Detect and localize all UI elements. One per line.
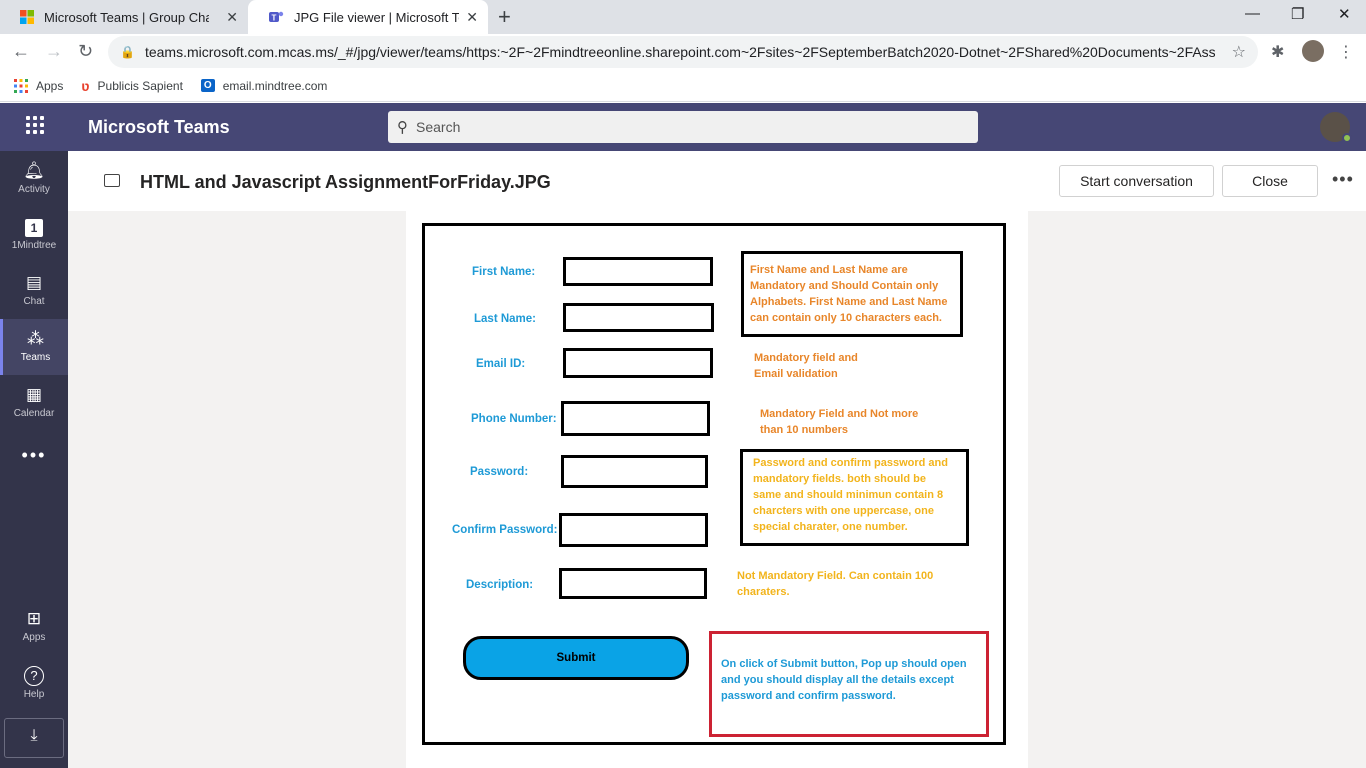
phone-box <box>561 401 710 436</box>
minimize-icon[interactable]: — <box>1245 5 1260 22</box>
rail-item-1mindtree[interactable]: 1 1Mindtree <box>0 207 68 263</box>
user-avatar[interactable] <box>1320 112 1352 143</box>
download-app-icon[interactable]: ⤓ <box>4 718 64 758</box>
bookmark-email-mindtree[interactable]: O email.mindtree.com <box>200 78 328 93</box>
first-name-box <box>563 257 713 286</box>
rail-item-calendar[interactable]: ▦ Calendar <box>0 375 68 431</box>
label-email-id: Email ID: <box>476 358 526 370</box>
bookmark-apps[interactable]: Apps <box>14 78 64 93</box>
start-conversation-button[interactable]: Start conversation <box>1059 165 1214 197</box>
presence-available-icon <box>1342 133 1352 143</box>
outlook-icon: O <box>200 79 215 92</box>
reload-icon[interactable]: ↻ <box>78 41 93 62</box>
teams-header: Microsoft Teams ⚲ Search <box>0 103 1366 151</box>
label-password: Password: <box>470 466 529 478</box>
teams-logo-icon: T <box>269 11 284 23</box>
app-launcher-icon[interactable] <box>26 116 44 134</box>
browser-tab-jpg-viewer[interactable]: T JPG File viewer | Microsoft Teams ✕ <box>248 0 488 34</box>
url-text: teams.microsoft.com.mcas.ms/_#/jpg/viewe… <box>144 44 1215 60</box>
back-icon[interactable]: ← <box>12 41 30 62</box>
image-file-icon <box>104 174 120 187</box>
bookmark-star-icon[interactable]: ☆ <box>1232 42 1246 62</box>
description-note: Not Mandatory Field. Can contain 100 cha… <box>737 570 934 598</box>
file-viewer-body: First Name: Last Name: Email ID: Phone N… <box>68 211 1366 768</box>
tab-title: JPG File viewer | Microsoft Teams <box>294 9 459 25</box>
mindtree-app-icon: 1 <box>0 217 68 237</box>
rail-item-apps[interactable]: ⊞ Apps <box>0 599 68 655</box>
more-apps-icon[interactable]: ••• <box>0 445 68 466</box>
email-box <box>563 348 713 378</box>
file-viewer-header: HTML and Javascript AssignmentForFriday.… <box>68 151 1366 211</box>
extensions-icon[interactable]: ✱ <box>1271 42 1284 62</box>
phone-note: Mandatory Field and Not more than 10 num… <box>760 408 919 436</box>
email-note: Mandatory field and Email validation <box>754 352 858 380</box>
rail-item-activity[interactable]: 🔔︎ Activity <box>0 151 68 207</box>
label-description: Description: <box>466 579 534 591</box>
rail-item-chat[interactable]: ▤ Chat <box>0 263 68 319</box>
close-window-icon[interactable]: ✕ <box>1338 5 1351 23</box>
help-icon: ? <box>0 665 68 686</box>
label-last-name: Last Name: <box>474 313 536 325</box>
teams-icon: ⁂ <box>27 329 44 348</box>
lock-icon: 🔒 <box>120 45 135 59</box>
names-note: First Name and Last Name are Mandatory a… <box>750 264 948 324</box>
chrome-menu-icon[interactable]: ⋮ <box>1338 42 1354 62</box>
file-name: HTML and Javascript AssignmentForFriday.… <box>140 172 551 192</box>
tab-close-icon[interactable]: ✕ <box>466 9 478 26</box>
search-input[interactable]: ⚲ Search <box>388 111 978 143</box>
submit-note: On click of Submit button, Pop up should… <box>721 658 967 702</box>
rail-item-teams[interactable]: ⁂ Teams <box>0 319 68 375</box>
last-name-box <box>563 303 714 332</box>
tab-close-icon[interactable]: ✕ <box>226 9 238 26</box>
teams-left-rail: 🔔︎ Activity 1 1Mindtree ▤ Chat ⁂ Teams ▦… <box>0 151 68 768</box>
restore-icon[interactable]: ❐ <box>1291 5 1304 23</box>
teams-brand: Microsoft Teams <box>88 117 230 137</box>
password-note: Password and confirm password and mandat… <box>753 457 948 533</box>
browser-tab-bar: Microsoft Teams | Group Chat So ✕ T JPG … <box>0 0 1366 34</box>
rail-item-help[interactable]: ? Help <box>0 655 68 711</box>
password-box <box>561 455 708 488</box>
bookmark-publicis-sapient[interactable]: ʋ Publicis Sapient <box>81 78 183 94</box>
bell-icon: 🔔︎ <box>23 161 45 180</box>
description-box <box>559 568 707 599</box>
apps-icon: ⊞ <box>26 609 42 628</box>
bookmark-label: Publicis Sapient <box>97 78 183 93</box>
bookmark-label: Apps <box>36 78 64 93</box>
form-mockup-frame: First Name: Last Name: Email ID: Phone N… <box>422 223 1006 745</box>
publicis-sapient-icon: ʋ <box>81 77 90 94</box>
browser-tab-group-chat[interactable]: Microsoft Teams | Group Chat So ✕ <box>0 0 248 34</box>
svg-text:T: T <box>272 14 277 23</box>
search-placeholder: Search <box>416 119 461 135</box>
chat-icon: ▤ <box>25 273 43 292</box>
label-phone-number: Phone Number: <box>471 413 557 425</box>
address-bar[interactable]: 🔒 teams.microsoft.com.mcas.ms/_#/jpg/vie… <box>108 36 1258 68</box>
bookmarks-bar: Apps ʋ Publicis Sapient O email.mindtree… <box>0 70 1366 102</box>
confirm-password-box <box>559 513 708 547</box>
tab-title: Microsoft Teams | Group Chat So <box>44 9 209 25</box>
bookmark-label: email.mindtree.com <box>222 78 328 93</box>
label-confirm-password: Confirm Password: <box>452 524 558 536</box>
browser-profile-avatar[interactable] <box>1302 40 1324 62</box>
search-icon: ⚲ <box>397 119 408 136</box>
forward-icon[interactable]: → <box>45 41 63 62</box>
apps-grid-icon <box>14 78 28 93</box>
browser-toolbar: ← → ↻ 🔒 teams.microsoft.com.mcas.ms/_#/j… <box>0 34 1366 70</box>
microsoft-logo-icon <box>20 10 34 24</box>
assignment-image: First Name: Last Name: Email ID: Phone N… <box>406 211 1028 768</box>
label-first-name: First Name: <box>472 266 536 278</box>
new-tab-icon[interactable]: + <box>498 4 511 30</box>
more-options-icon[interactable]: ••• <box>1332 169 1354 190</box>
submit-button-mockup: Submit <box>463 636 689 680</box>
close-button[interactable]: Close <box>1222 165 1318 197</box>
calendar-icon: ▦ <box>25 385 43 404</box>
